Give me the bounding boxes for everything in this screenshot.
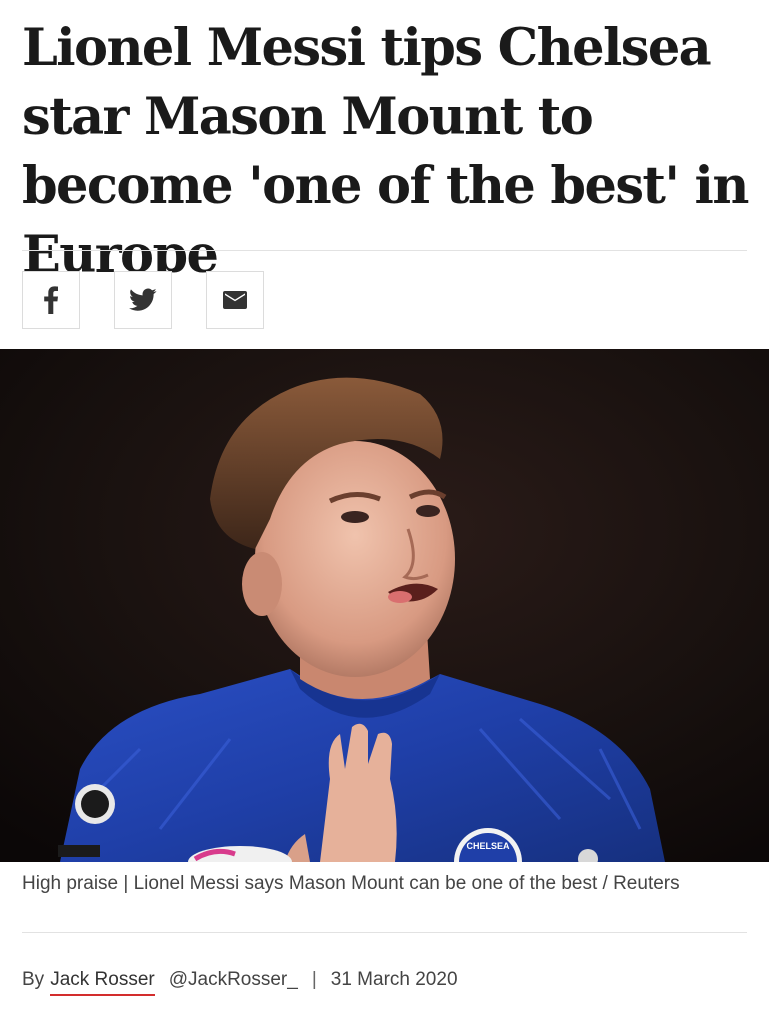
divider-bottom [22,932,747,933]
byline: By Jack Rosser @JackRosser_ | 31 March 2… [22,969,458,996]
twitter-icon [129,288,157,311]
player-photo-illustration: CHELSEA [0,349,769,862]
crest-text: CHELSEA [466,841,510,851]
divider-top [22,250,747,251]
article-headline: Lionel Messi tips Chelsea star Mason Mou… [22,18,749,285]
share-email-button[interactable] [206,271,264,329]
share-twitter-button[interactable] [114,271,172,329]
share-facebook-button[interactable] [22,271,80,329]
facebook-icon [44,286,58,314]
byline-separator: | [311,969,317,990]
author-link[interactable]: Jack Rosser [50,969,155,996]
email-icon [223,291,247,309]
hero-photo: CHELSEA [0,349,769,862]
byline-prefix: By [22,969,45,990]
author-twitter-handle[interactable]: @JackRosser_ [169,969,298,991]
share-bar [22,271,264,329]
publish-date: 31 March 2020 [330,969,458,990]
photo-caption: High praise | Lionel Messi says Mason Mo… [22,873,680,894]
